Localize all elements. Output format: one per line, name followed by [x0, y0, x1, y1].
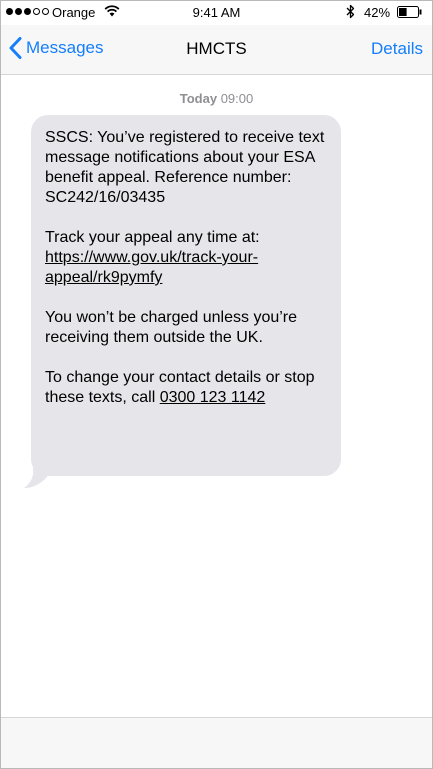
phone-number-link[interactable]: 0300 123 1142	[160, 389, 266, 406]
conversation-title: HMCTS	[186, 39, 247, 58]
navigation-bar: Messages HMCTS Details	[1, 25, 432, 75]
timestamp-time: 09:00	[220, 91, 254, 106]
bluetooth-icon	[346, 4, 355, 22]
battery-icon	[397, 6, 422, 18]
message-paragraph: You won’t be charged unless you’re recei…	[45, 309, 298, 346]
status-bar: Orange 9:41 AM 42%	[1, 1, 432, 25]
message-timestamp: Today 09:00	[1, 91, 432, 106]
battery-percent: 42%	[364, 5, 391, 20]
message-text: Track your appeal any time at:	[45, 229, 260, 246]
message-bubble-container: SSCS: You’ve registered to receive text …	[23, 115, 343, 489]
details-button[interactable]: Details	[371, 39, 423, 59]
phone-screen: Orange 9:41 AM 42% Messages HMCTS Detail…	[0, 0, 433, 769]
message-bubble[interactable]: SSCS: You’ve registered to receive text …	[31, 115, 341, 476]
message-paragraph: Track your appeal any time at: https://w…	[45, 228, 329, 288]
bottom-toolbar	[1, 717, 432, 768]
timestamp-day: Today	[179, 91, 218, 106]
message-paragraph: To change your contact details or stop t…	[45, 368, 329, 408]
message-paragraph: SSCS: You’ve registered to receive text …	[45, 129, 325, 206]
track-appeal-link[interactable]: https://www.gov.uk/track-your-appeal/rk9…	[45, 249, 258, 286]
